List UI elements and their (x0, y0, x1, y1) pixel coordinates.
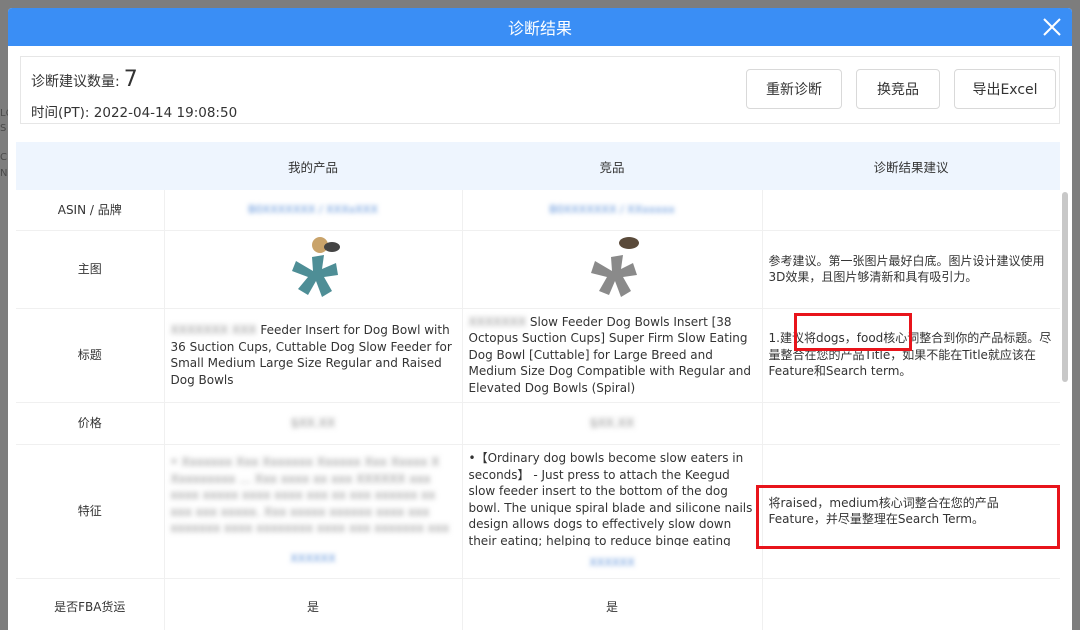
competitor-product-image[interactable] (577, 233, 647, 301)
background-fragment: C (0, 152, 7, 163)
row-label: ASIN / 品牌 (16, 190, 165, 231)
my-asin-link[interactable]: B0XXXXXXX / XXXxXXX (248, 203, 378, 216)
suggestion-count: 诊断建议数量: 7 (31, 67, 138, 92)
table-scrollbar[interactable] (1062, 192, 1068, 382)
dialog-title: 诊断结果 (507, 19, 572, 38)
competitor-price: $XX.XX (589, 415, 635, 430)
dialog-header: 诊断结果 (8, 8, 1072, 46)
table-row-price: 价格 $XX.XX $XX.XX (16, 402, 1060, 445)
suggestion-count-value: 7 (123, 67, 138, 92)
diagnosis-dialog: 诊断结果 诊断建议数量: 7 时间(PT): 2022-04-14 19:08:… (8, 8, 1072, 630)
close-icon[interactable] (1040, 15, 1064, 39)
competitor-asin-link[interactable]: B0XXXXXXX / XXxxxxx (549, 203, 675, 216)
competitor-feature-more-link[interactable]: XXXXXX (589, 556, 634, 569)
my-title-brand-blurred: XXXXXXX XXX (170, 323, 257, 337)
suggestion-count-label: 诊断建议数量: (31, 74, 120, 90)
export-excel-button[interactable]: 导出Excel (954, 69, 1056, 109)
fba-advice (762, 578, 1060, 630)
my-fba: 是 (164, 578, 463, 630)
row-label: 特征 (16, 444, 165, 579)
feature-advice-highlight (756, 485, 1060, 549)
header-advice: 诊断结果建议 (762, 142, 1060, 190)
competitor-title-brand-blurred: XXXXXXX (468, 314, 527, 329)
time-label: 时间(PT): (31, 105, 90, 121)
price-advice (762, 402, 1060, 445)
competitor-feature-text: •【Ordinary dog bowls become slow eaters … (468, 451, 753, 547)
table-row-asin: ASIN / 品牌 B0XXXXXXX / XXXxXXX B0XXXXXXX … (16, 190, 1060, 231)
diagnosis-table-wrapper: 我的产品 竞品 诊断结果建议 ASIN / 品牌 B0XXXXXXX / XXX… (16, 142, 1060, 630)
table-row-fba: 是否FBA货运 是 是 (16, 578, 1060, 630)
title-keyword-highlight (794, 313, 912, 351)
competitor-fba: 是 (462, 578, 763, 630)
row-label: 主图 (16, 230, 165, 309)
swap-competitor-button[interactable]: 换竞品 (856, 69, 940, 109)
table-row-main-image: 主图 参考建议。第一张图片最好白底。图片设计建议使用3D效果，且图片够清新和具有… (16, 230, 1060, 309)
background-fragment: S (0, 123, 7, 134)
diagnosis-table: 我的产品 竞品 诊断结果建议 ASIN / 品牌 B0XXXXXXX / XXX… (16, 142, 1060, 630)
row-label: 价格 (16, 402, 165, 445)
my-price: $XX.XX (290, 415, 336, 430)
background-fragment: N (0, 168, 8, 179)
diagnosis-time: 时间(PT): 2022-04-14 19:08:50 (31, 101, 237, 121)
image-advice: 参考建议。第一张图片最好白底。图片设计建议使用3D效果，且图片够清新和具有吸引力… (762, 230, 1060, 309)
my-feature-more-link[interactable]: XXXXXX (290, 552, 335, 565)
row-label: 标题 (16, 308, 165, 403)
time-value: 2022-04-14 19:08:50 (93, 105, 238, 121)
header-my-product: 我的产品 (164, 142, 462, 190)
table-header-row: 我的产品 竞品 诊断结果建议 (16, 142, 1060, 190)
asin-advice (762, 190, 1060, 231)
rediagnose-button[interactable]: 重新诊断 (746, 69, 842, 109)
my-product-image[interactable] (278, 233, 348, 301)
diagnosis-summary: 诊断建议数量: 7 时间(PT): 2022-04-14 19:08:50 重新… (20, 56, 1060, 124)
background-fragment: LC (0, 108, 8, 119)
header-competitor: 竞品 (462, 142, 762, 190)
row-label: 是否FBA货运 (16, 578, 165, 630)
my-feature-text-blurred: • Xxxxxxx Xxx Xxxxxxx Xxxxxx Xxx Xxxxx X… (170, 455, 450, 540)
header-field (16, 142, 164, 190)
